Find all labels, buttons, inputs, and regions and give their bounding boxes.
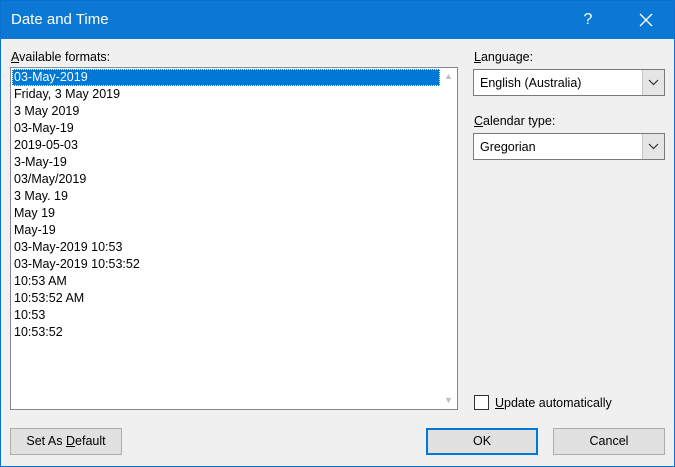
format-list-item[interactable]: 3-May-19	[12, 154, 440, 171]
set-as-default-button[interactable]: Set As Default	[10, 428, 122, 455]
close-icon	[639, 13, 653, 27]
format-list-item[interactable]: 03-May-19	[12, 120, 440, 137]
language-label: Language:	[474, 50, 534, 64]
format-list-items: 03-May-2019 Friday, 3 May 2019 3 May 2019 0…	[12, 69, 440, 341]
format-list-item[interactable]: 03-May-2019 10:53:52	[12, 256, 440, 273]
calendar-type-dropdown[interactable]: Gregorian	[473, 133, 665, 160]
format-list-item[interactable]: 03/May/2019	[12, 171, 440, 188]
title-bar: Date and Time ?	[1, 1, 674, 39]
chevron-down-icon	[648, 143, 659, 150]
scroll-up-arrow-icon[interactable]: ▲	[440, 68, 457, 85]
cancel-button[interactable]: Cancel	[553, 428, 665, 455]
language-value: English (Australia)	[480, 76, 582, 90]
help-button[interactable]: ?	[567, 1, 609, 39]
format-list-item[interactable]: May 19	[12, 205, 440, 222]
update-automatically-label[interactable]: Update automatically	[495, 396, 612, 410]
format-list-item[interactable]: 3 May 2019	[12, 103, 440, 120]
available-formats-list[interactable]: 03-May-2019 Friday, 3 May 2019 3 May 2019 0…	[10, 67, 458, 410]
format-list-item[interactable]: Friday, 3 May 2019	[12, 86, 440, 103]
format-list-item[interactable]: 10:53:52	[12, 324, 440, 341]
format-list-item[interactable]: 03-May-2019 10:53	[12, 239, 440, 256]
ok-button[interactable]: OK	[426, 428, 538, 455]
language-dropdown[interactable]: English (Australia)	[473, 69, 665, 96]
date-and-time-dialog: Date and Time ? Available formats: 03-Ma…	[0, 0, 675, 467]
chevron-down-icon	[648, 79, 659, 86]
calendar-dropdown-button[interactable]	[642, 134, 664, 159]
window-title: Date and Time	[11, 11, 109, 28]
format-list-item[interactable]: 03-May-2019	[12, 69, 440, 86]
calendar-type-label: Calendar type:	[474, 114, 556, 128]
language-dropdown-button[interactable]	[642, 70, 664, 95]
format-list-item[interactable]: 3 May. 19	[12, 188, 440, 205]
format-list-item[interactable]: 10:53 AM	[12, 273, 440, 290]
format-list-item[interactable]: 10:53:52 AM	[12, 290, 440, 307]
list-scrollbar[interactable]: ▲ ▼	[440, 68, 457, 409]
scroll-down-arrow-icon[interactable]: ▼	[440, 392, 457, 409]
available-formats-label: Available formats:	[11, 50, 111, 64]
update-automatically-checkbox[interactable]	[474, 395, 489, 410]
calendar-type-value: Gregorian	[480, 140, 536, 154]
format-list-item[interactable]: 10:53	[12, 307, 440, 324]
format-list-item[interactable]: May-19	[12, 222, 440, 239]
format-list-item[interactable]: 2019-05-03	[12, 137, 440, 154]
close-button[interactable]	[621, 1, 673, 39]
